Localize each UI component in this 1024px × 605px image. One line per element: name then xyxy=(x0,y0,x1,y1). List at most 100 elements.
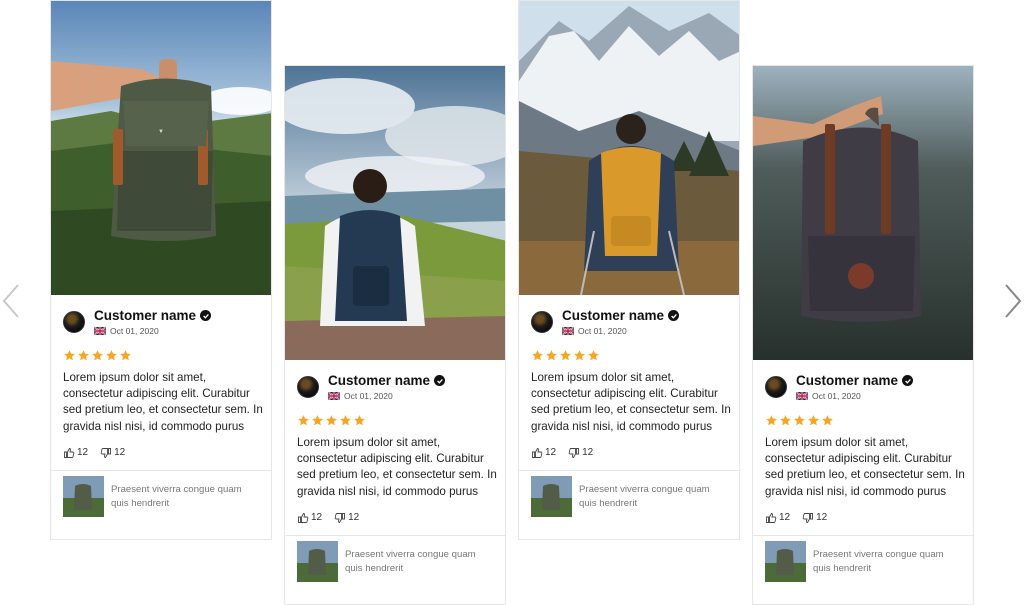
author-name[interactable]: Customer name xyxy=(562,309,664,323)
carousel-next-button[interactable] xyxy=(1002,282,1024,320)
product-image xyxy=(297,541,338,583)
review-text: Lorem ipsum dolor sit amet, consectetur … xyxy=(297,436,497,498)
review-date: Oct 01, 2020 xyxy=(110,325,159,336)
review-card: Customer name Oct 01, 2020 Lorem ipsum d… xyxy=(752,65,974,605)
review-photo[interactable] xyxy=(519,1,739,295)
avatar xyxy=(531,311,553,333)
product-name: Praesent viverra congue quam quis hendre… xyxy=(579,483,710,509)
uk-flag-icon xyxy=(562,326,574,335)
star-icon xyxy=(64,350,75,361)
like-count: 12 xyxy=(545,447,557,459)
verified-check-icon xyxy=(902,375,914,387)
uk-flag-icon xyxy=(328,391,340,400)
mountain-view-photo-image xyxy=(285,66,505,360)
dislike-button[interactable]: 12 xyxy=(100,447,125,459)
star-rating xyxy=(297,414,493,428)
star-icon xyxy=(560,350,571,361)
review-card: Customer name Oct 01, 2020 Lorem ipsum d… xyxy=(284,65,506,605)
thumbs-up-icon xyxy=(298,512,309,523)
star-icon xyxy=(312,415,323,426)
author-name[interactable]: Customer name xyxy=(328,374,430,388)
product-link[interactable]: Praesent viverra congue quam quis hendre… xyxy=(753,534,973,588)
avatar xyxy=(297,376,319,398)
product-image xyxy=(531,476,572,518)
review-author: Customer name Oct 01, 2020 xyxy=(63,307,259,337)
thumbs-down-icon xyxy=(100,447,112,458)
like-button[interactable]: 12 xyxy=(765,512,790,524)
like-count: 12 xyxy=(779,512,791,524)
uk-flag-icon xyxy=(94,326,106,335)
review-text: Lorem ipsum dolor sit amet, consectetur … xyxy=(765,436,965,498)
thumbs-down-icon xyxy=(802,512,814,523)
dark-backpack-photo-image xyxy=(753,66,973,360)
dislike-count: 12 xyxy=(816,512,828,524)
star-icon xyxy=(766,415,777,426)
star-rating xyxy=(531,349,727,363)
product-image xyxy=(63,476,104,518)
like-button[interactable]: 12 xyxy=(531,447,556,459)
review-photo[interactable] xyxy=(753,66,973,360)
star-icon xyxy=(574,350,585,361)
product-link[interactable]: Praesent viverra congue quam quis hendre… xyxy=(51,469,271,523)
star-icon xyxy=(354,415,365,426)
like-button[interactable]: 12 xyxy=(63,447,88,459)
review-date: Oct 01, 2020 xyxy=(578,325,627,336)
review-date: Oct 01, 2020 xyxy=(812,390,861,401)
thumbs-up-icon xyxy=(64,447,75,458)
thumbs-down-icon xyxy=(568,447,580,458)
like-button[interactable]: 12 xyxy=(297,512,322,524)
chevron-right-icon xyxy=(1005,284,1022,318)
chevron-left-icon xyxy=(2,284,19,318)
product-link[interactable]: Praesent viverra congue quam quis hendre… xyxy=(285,534,505,588)
dislike-count: 12 xyxy=(114,447,126,459)
product-thumbnail xyxy=(531,476,572,518)
star-icon xyxy=(822,415,833,426)
author-name[interactable]: Customer name xyxy=(796,374,898,388)
product-thumbnail xyxy=(297,541,338,583)
dislike-count: 12 xyxy=(582,447,594,459)
product-thumbnail xyxy=(765,541,806,583)
author-name[interactable]: Customer name xyxy=(94,309,196,323)
snowy-mountain-photo-image xyxy=(519,1,739,295)
verified-check-icon xyxy=(434,375,446,387)
avatar xyxy=(63,311,85,333)
review-photo[interactable] xyxy=(285,66,505,360)
review-photo[interactable]: ▼ xyxy=(51,1,271,295)
star-icon xyxy=(120,350,131,361)
dislike-button[interactable]: 12 xyxy=(334,512,359,524)
review-card: Customer name Oct 01, 2020 Lorem ipsum d… xyxy=(518,0,740,540)
product-image xyxy=(765,541,806,583)
carousel-prev-button[interactable] xyxy=(0,282,22,320)
star-icon xyxy=(532,350,543,361)
review-text: Lorem ipsum dolor sit amet, consectetur … xyxy=(531,371,731,433)
star-icon xyxy=(588,350,599,361)
star-rating xyxy=(765,414,961,428)
backpack-photo-image: ▼ xyxy=(51,1,271,295)
product-link[interactable]: Praesent viverra congue quam quis hendre… xyxy=(519,469,739,523)
star-icon xyxy=(340,415,351,426)
dislike-count: 12 xyxy=(348,512,360,524)
star-icon xyxy=(106,350,117,361)
review-text: Lorem ipsum dolor sit amet, consectetur … xyxy=(63,371,263,433)
star-icon xyxy=(78,350,89,361)
dislike-button[interactable]: 12 xyxy=(568,447,593,459)
review-author: Customer name Oct 01, 2020 xyxy=(531,307,727,337)
thumbs-up-icon xyxy=(532,447,543,458)
like-count: 12 xyxy=(77,447,89,459)
star-icon xyxy=(298,415,309,426)
avatar xyxy=(765,376,787,398)
review-card: ▼ Customer name Oct 01, 2020 Lorem ipsum… xyxy=(50,0,272,540)
thumbs-up-icon xyxy=(766,512,777,523)
star-icon xyxy=(546,350,557,361)
svg-text:▼: ▼ xyxy=(158,129,164,135)
product-thumbnail xyxy=(63,476,104,518)
review-author: Customer name Oct 01, 2020 xyxy=(765,372,961,402)
product-name: Praesent viverra congue quam quis hendre… xyxy=(813,548,944,574)
verified-check-icon xyxy=(200,310,212,322)
like-count: 12 xyxy=(311,512,323,524)
verified-check-icon xyxy=(668,310,680,322)
dislike-button[interactable]: 12 xyxy=(802,512,827,524)
thumbs-down-icon xyxy=(334,512,346,523)
star-rating xyxy=(63,349,259,363)
review-author: Customer name Oct 01, 2020 xyxy=(297,372,493,402)
